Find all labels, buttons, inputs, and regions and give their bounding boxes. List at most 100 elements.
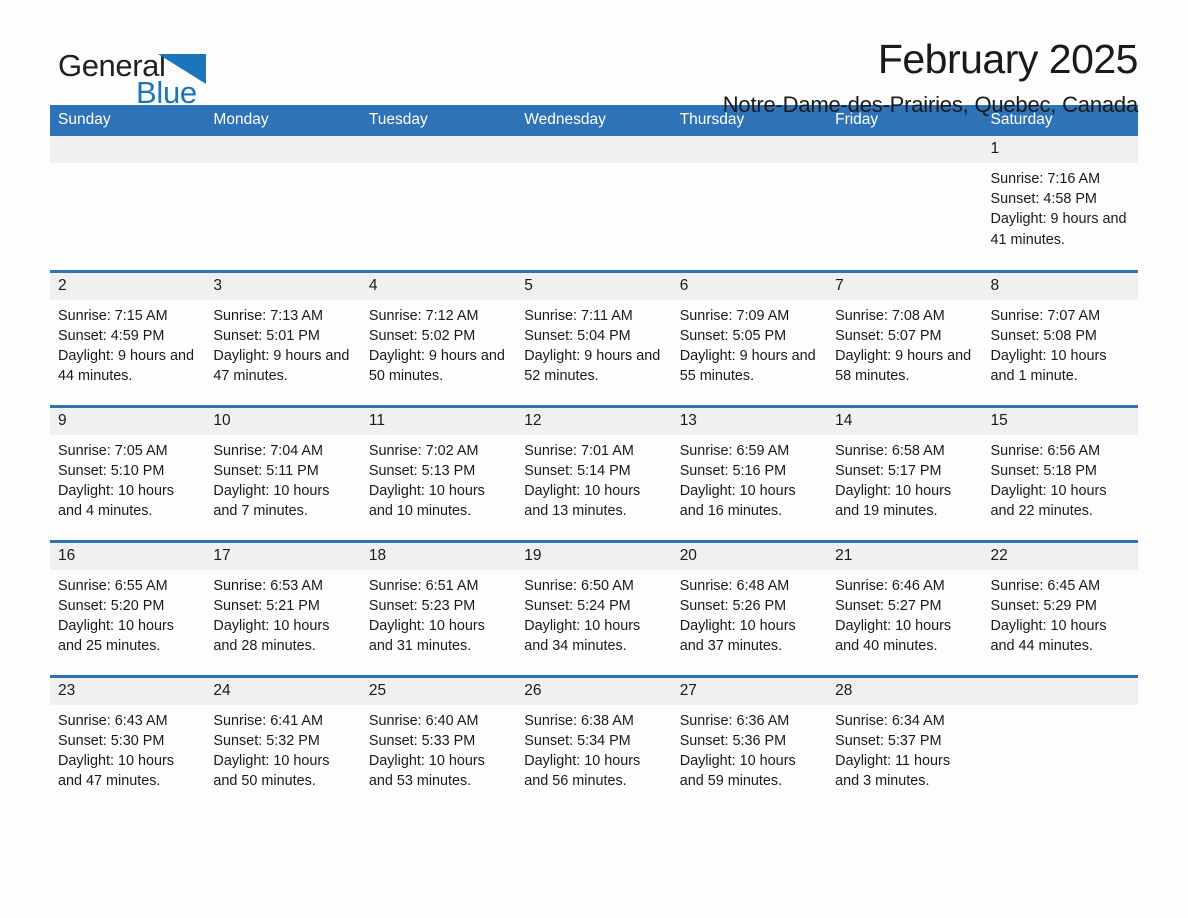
day-number: 1 — [982, 136, 1138, 163]
calendar-day-cell-empty — [360, 136, 517, 271]
calendar-day-cell[interactable]: 7 Sunrise: 7:08 AM Sunset: 5:07 PM Daylig… — [827, 269, 983, 406]
calendar-day-cell[interactable]: 8 Sunrise: 7:07 AM Sunset: 5:08 PM Daylig… — [982, 269, 1138, 406]
day-number: 15 — [982, 407, 1138, 435]
calendar-day-cell[interactable]: 28 Sunrise: 6:34 AM Sunset: 5:37 PM Dayli… — [827, 674, 983, 811]
calendar-day-cell[interactable]: 1 Sunrise: 7:16 AM Sunset: 4:58 PM Daylig… — [982, 136, 1138, 271]
day-sun-info: Sunrise: 6:58 AM Sunset: 5:17 PM Dayligh… — [835, 442, 952, 520]
day-number: 27 — [671, 677, 828, 705]
day-sun-info: Sunrise: 6:55 AM Sunset: 5:20 PM Dayligh… — [58, 577, 174, 655]
calendar-day-cell-empty — [205, 136, 361, 271]
calendar-day-cell[interactable]: 15 Sunrise: 6:56 AM Sunset: 5:18 PM Dayli… — [982, 404, 1138, 541]
day-number: 2 — [50, 272, 206, 300]
day-number: 16 — [50, 542, 206, 570]
calendar-day-cell[interactable]: 12 Sunrise: 7:01 AM Sunset: 5:14 PM Dayli… — [516, 404, 672, 541]
calendar-day-cell[interactable]: 17 Sunrise: 6:53 AM Sunset: 5:21 PM Dayli… — [205, 539, 361, 676]
day-number — [516, 136, 672, 163]
day-number — [827, 136, 983, 163]
calendar-day-cell[interactable]: 26 Sunrise: 6:38 AM Sunset: 5:34 PM Dayli… — [516, 674, 672, 811]
day-number: 26 — [516, 677, 672, 705]
calendar-day-cell[interactable]: 14 Sunrise: 6:58 AM Sunset: 5:17 PM Dayli… — [827, 404, 983, 541]
general-blue-logo[interactable]: General Blue — [58, 48, 258, 110]
day-number: 4 — [360, 272, 517, 300]
day-sun-info: Sunrise: 6:46 AM Sunset: 5:27 PM Dayligh… — [835, 577, 952, 655]
day-sun-info: Sunrise: 6:48 AM Sunset: 5:26 PM Dayligh… — [679, 577, 796, 655]
day-sun-info: Sunrise: 7:12 AM Sunset: 5:02 PM Dayligh… — [368, 307, 505, 385]
calendar-day-cell[interactable]: 20 Sunrise: 6:48 AM Sunset: 5:26 PM Dayli… — [671, 539, 828, 676]
day-sun-info — [205, 163, 360, 169]
calendar-day-cell[interactable]: 27 Sunrise: 6:36 AM Sunset: 5:36 PM Dayli… — [671, 674, 828, 811]
day-number: 19 — [516, 542, 672, 570]
day-number: 12 — [516, 407, 672, 435]
day-sun-info: Sunrise: 6:41 AM Sunset: 5:32 PM Dayligh… — [213, 712, 330, 790]
day-number — [205, 136, 361, 163]
calendar-page: General Blue February 2025 Notre-Dame-de… — [0, 0, 1188, 918]
day-number: 10 — [205, 407, 361, 435]
calendar-day-cell-empty — [50, 136, 206, 271]
calendar-day-cell[interactable]: 3 Sunrise: 7:13 AM Sunset: 5:01 PM Daylig… — [205, 269, 361, 406]
day-number: 9 — [50, 407, 206, 435]
calendar-day-cell-empty — [516, 136, 672, 271]
day-sun-info: Sunrise: 6:50 AM Sunset: 5:24 PM Dayligh… — [524, 577, 641, 655]
calendar-day-cell[interactable]: 18 Sunrise: 6:51 AM Sunset: 5:23 PM Dayli… — [360, 539, 517, 676]
day-number: 25 — [360, 677, 517, 705]
day-sun-info: Sunrise: 7:16 AM Sunset: 4:58 PM Dayligh… — [990, 171, 1127, 248]
day-number: 14 — [827, 407, 983, 435]
day-sun-info: Sunrise: 6:59 AM Sunset: 5:16 PM Dayligh… — [679, 442, 796, 520]
day-sun-info: Sunrise: 6:53 AM Sunset: 5:21 PM Dayligh… — [213, 577, 330, 655]
day-number: 28 — [827, 677, 983, 705]
day-sun-info — [672, 163, 827, 169]
calendar-day-cell[interactable]: 19 Sunrise: 6:50 AM Sunset: 5:24 PM Dayli… — [516, 539, 672, 676]
day-sun-info — [516, 163, 671, 169]
calendar-day-cell[interactable]: 23 Sunrise: 6:43 AM Sunset: 5:30 PM Dayli… — [50, 674, 206, 811]
day-sun-info: Sunrise: 6:38 AM Sunset: 5:34 PM Dayligh… — [524, 712, 641, 790]
day-sun-info: Sunrise: 7:13 AM Sunset: 5:01 PM Dayligh… — [213, 307, 350, 385]
day-sun-info: Sunrise: 7:07 AM Sunset: 5:08 PM Dayligh… — [990, 307, 1107, 385]
weekday-header-tuesday: Tuesday — [360, 105, 517, 136]
calendar-day-cell[interactable]: 25 Sunrise: 6:40 AM Sunset: 5:33 PM Dayli… — [360, 674, 517, 811]
calendar-day-cell[interactable]: 21 Sunrise: 6:46 AM Sunset: 5:27 PM Dayli… — [827, 539, 983, 676]
page-header: General Blue February 2025 Notre-Dame-de… — [50, 0, 1139, 117]
day-sun-info: Sunrise: 7:09 AM Sunset: 5:05 PM Dayligh… — [679, 307, 816, 385]
calendar-day-cell[interactable]: 10 Sunrise: 7:04 AM Sunset: 5:11 PM Dayli… — [205, 404, 361, 541]
calendar-day-cell[interactable]: 24 Sunrise: 6:41 AM Sunset: 5:32 PM Dayli… — [205, 674, 361, 811]
calendar-day-cell[interactable]: 4 Sunrise: 7:12 AM Sunset: 5:02 PM Daylig… — [360, 269, 517, 406]
day-sun-info: Sunrise: 7:02 AM Sunset: 5:13 PM Dayligh… — [368, 442, 485, 520]
day-sun-info — [827, 163, 982, 169]
calendar-week-row: 2 Sunrise: 7:15 AM Sunset: 4:59 PM Daylig… — [50, 269, 1138, 406]
day-number: 22 — [982, 542, 1138, 570]
day-sun-info: Sunrise: 6:51 AM Sunset: 5:23 PM Dayligh… — [368, 577, 485, 655]
calendar-day-cell[interactable]: 22 Sunrise: 6:45 AM Sunset: 5:29 PM Dayli… — [982, 539, 1138, 676]
day-sun-info: Sunrise: 6:43 AM Sunset: 5:30 PM Dayligh… — [58, 712, 174, 790]
day-sun-info: Sunrise: 7:15 AM Sunset: 4:59 PM Dayligh… — [58, 307, 194, 385]
calendar-day-cell[interactable]: 11 Sunrise: 7:02 AM Sunset: 5:13 PM Dayli… — [360, 404, 517, 541]
weekday-header-wednesday: Wednesday — [516, 105, 672, 136]
day-sun-info: Sunrise: 6:40 AM Sunset: 5:33 PM Dayligh… — [368, 712, 485, 790]
day-number: 13 — [671, 407, 828, 435]
calendar-day-cell[interactable]: 16 Sunrise: 6:55 AM Sunset: 5:20 PM Dayli… — [50, 539, 206, 676]
day-sun-info: Sunrise: 7:04 AM Sunset: 5:11 PM Dayligh… — [213, 442, 330, 520]
calendar-week-row: 16 Sunrise: 6:55 AM Sunset: 5:20 PM Dayli… — [50, 539, 1138, 676]
day-number: 6 — [671, 272, 828, 300]
day-number: 3 — [205, 272, 361, 300]
calendar-body: 1 Sunrise: 7:16 AM Sunset: 4:58 PM Daylig… — [50, 136, 1138, 811]
calendar-day-cell[interactable]: 13 Sunrise: 6:59 AM Sunset: 5:16 PM Dayli… — [671, 404, 828, 541]
day-number: 24 — [205, 677, 361, 705]
day-sun-info — [361, 163, 516, 169]
calendar-day-cell-empty — [827, 136, 983, 271]
day-number — [360, 136, 517, 163]
day-number: 11 — [360, 407, 517, 435]
day-number: 21 — [827, 542, 983, 570]
calendar-day-cell[interactable]: 2 Sunrise: 7:15 AM Sunset: 4:59 PM Daylig… — [50, 269, 206, 406]
day-number — [982, 677, 1138, 705]
day-sun-info: Sunrise: 6:34 AM Sunset: 5:37 PM Dayligh… — [835, 712, 951, 790]
calendar-week-row: 23 Sunrise: 6:43 AM Sunset: 5:30 PM Dayli… — [50, 674, 1138, 811]
calendar-day-cell-empty — [982, 674, 1138, 811]
calendar-day-cell[interactable]: 6 Sunrise: 7:09 AM Sunset: 5:05 PM Daylig… — [671, 269, 828, 406]
calendar-day-cell[interactable]: 5 Sunrise: 7:11 AM Sunset: 5:04 PM Daylig… — [516, 269, 672, 406]
day-number: 5 — [516, 272, 672, 300]
day-sun-info: Sunrise: 7:11 AM Sunset: 5:04 PM Dayligh… — [524, 307, 661, 385]
day-sun-info: Sunrise: 6:56 AM Sunset: 5:18 PM Dayligh… — [990, 442, 1107, 520]
page-subtitle: Notre-Dame-des-Prairies, Quebec, Canada — [722, 92, 1138, 117]
calendar-day-cell[interactable]: 9 Sunrise: 7:05 AM Sunset: 5:10 PM Daylig… — [50, 404, 206, 541]
day-sun-info: Sunrise: 6:45 AM Sunset: 5:29 PM Dayligh… — [990, 577, 1107, 655]
